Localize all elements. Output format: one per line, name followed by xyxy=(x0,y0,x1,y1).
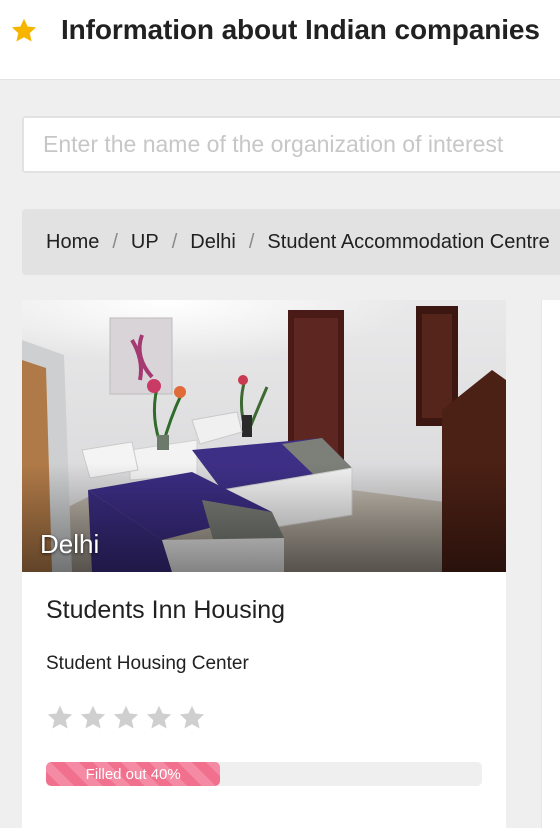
breadcrumb-separator: / xyxy=(112,230,118,253)
app-header: Information about Indian companies xyxy=(0,0,560,80)
star-rating-icon-2[interactable] xyxy=(78,703,108,733)
rating-stars[interactable] xyxy=(45,703,210,733)
search-box[interactable] xyxy=(22,116,560,173)
breadcrumb: Home / UP / Delhi / Student Accommodatio… xyxy=(22,209,560,275)
company-photo[interactable]: Delhi xyxy=(22,300,506,572)
company-category: Student Housing Center xyxy=(46,653,249,674)
profile-completion-label: Filled out 40% xyxy=(85,765,181,783)
star-rating-icon-1[interactable] xyxy=(45,703,75,733)
profile-completion-bar: Filled out 40% xyxy=(46,762,482,786)
company-card-next[interactable] xyxy=(541,300,560,828)
breadcrumb-separator: / xyxy=(248,230,255,253)
breadcrumb-home[interactable]: Home xyxy=(46,231,99,254)
company-card[interactable]: Delhi Students Inn Housing Student Housi… xyxy=(22,300,506,828)
company-name[interactable]: Students Inn Housing xyxy=(46,596,285,625)
star-rating-icon-3[interactable] xyxy=(111,703,141,733)
search-input[interactable] xyxy=(24,118,560,171)
city-label: Delhi xyxy=(40,529,100,559)
breadcrumb-current: Student Accommodation Centre xyxy=(267,230,550,253)
page-title: Information about Indian companies xyxy=(61,14,540,45)
breadcrumb-state[interactable]: UP xyxy=(131,231,159,254)
star-rating-icon-4[interactable] xyxy=(144,703,174,733)
breadcrumb-city[interactable]: Delhi xyxy=(190,231,236,254)
star-icon xyxy=(11,18,37,42)
star-rating-icon-5[interactable] xyxy=(177,703,207,733)
breadcrumb-separator: / xyxy=(171,230,178,253)
profile-completion-fill: Filled out 40% xyxy=(46,762,221,786)
